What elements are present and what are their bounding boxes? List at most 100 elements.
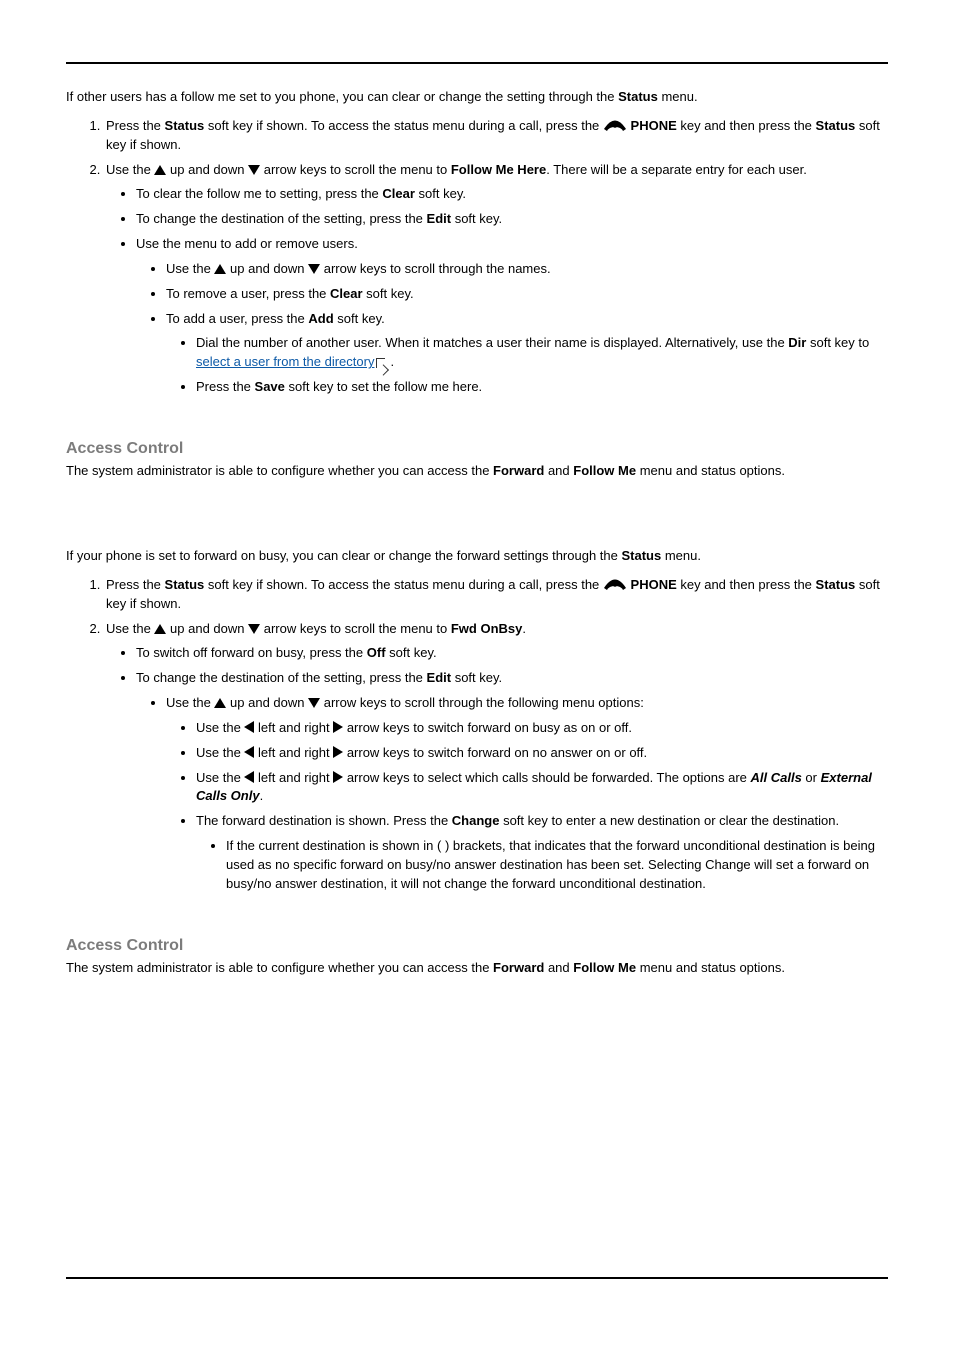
bold: Status	[165, 577, 205, 592]
bold-italic: All Calls	[751, 770, 802, 785]
list-item: Use the left and right arrow keys to sel…	[196, 769, 888, 807]
step2-sublist: To clear the follow me to setting, press…	[136, 185, 888, 397]
list-item: Use the up and down arrow keys to scroll…	[166, 694, 888, 894]
arrow-right-icon	[333, 771, 343, 783]
phone-icon	[603, 577, 627, 591]
text: arrow keys to scroll the menu to	[260, 621, 451, 636]
text: arrow keys to scroll the menu to	[260, 162, 451, 177]
bold: Status	[165, 118, 205, 133]
text: .	[522, 621, 526, 636]
bottom-rule	[66, 1277, 888, 1279]
text: Dial the number of another user. When it…	[196, 335, 788, 350]
text: soft key.	[386, 645, 437, 660]
text: soft key.	[334, 311, 385, 326]
bold: Off	[367, 645, 386, 660]
bold: Follow Me Here	[451, 162, 546, 177]
bold: Follow Me	[573, 463, 636, 478]
sublist: Use the left and right arrow keys to swi…	[196, 719, 888, 894]
text: To switch off forward on busy, press the	[136, 645, 367, 660]
text: menu.	[661, 548, 701, 563]
list-item: To change the destination of the setting…	[136, 669, 888, 893]
text: left and right	[254, 770, 333, 785]
text: menu and status options.	[636, 960, 785, 975]
bold: Change	[452, 813, 500, 828]
arrow-down-icon	[248, 624, 260, 634]
bold: Forward	[493, 960, 544, 975]
phone-icon	[603, 118, 627, 132]
bold: Status	[816, 118, 856, 133]
section1-steps: Press the Status soft key if shown. To a…	[104, 117, 888, 397]
text: menu and status options.	[636, 463, 785, 478]
list-item: To clear the follow me to setting, press…	[136, 185, 888, 204]
text: arrow keys to select which calls should …	[343, 770, 750, 785]
step-1: Press the Status soft key if shown. To a…	[104, 576, 888, 614]
arrow-up-icon	[154, 624, 166, 634]
bold: Edit	[427, 670, 452, 685]
text: soft key.	[451, 670, 502, 685]
arrow-left-icon	[244, 746, 254, 758]
bold: Edit	[427, 211, 452, 226]
list-item: To remove a user, press the Clear soft k…	[166, 285, 888, 304]
sublist: If the current destination is shown in (…	[226, 837, 888, 894]
list-item: Dial the number of another user. When it…	[196, 334, 888, 372]
bold: Status	[618, 89, 658, 104]
list-item: Use the up and down arrow keys to scroll…	[166, 260, 888, 279]
step-2: Use the up and down arrow keys to scroll…	[104, 620, 888, 894]
list-item: Use the left and right arrow keys to swi…	[196, 719, 888, 738]
text: soft key if shown. To access the status …	[204, 577, 603, 592]
text: and	[544, 960, 573, 975]
directory-link[interactable]: select a user from the directory	[196, 354, 374, 369]
bold: Follow Me	[573, 960, 636, 975]
text: left and right	[254, 745, 333, 760]
text: Use the	[106, 621, 154, 636]
text: Use the	[166, 695, 214, 710]
text: Press the	[106, 577, 165, 592]
access-control-heading-2: Access Control	[66, 934, 888, 957]
text: To change the destination of the setting…	[136, 211, 427, 226]
sublist: Dial the number of another user. When it…	[196, 334, 888, 397]
text: up and down	[166, 162, 248, 177]
text: Press the	[196, 379, 255, 394]
list-item: To change the destination of the setting…	[136, 210, 888, 229]
list-item: Use the menu to add or remove users. Use…	[136, 235, 888, 397]
text: soft key if shown. To access the status …	[204, 118, 603, 133]
text: arrow keys to switch forward on busy as …	[343, 720, 632, 735]
bold: PHONE	[631, 577, 677, 592]
text: To change the destination of the setting…	[136, 670, 427, 685]
text: The system administrator is able to conf…	[66, 463, 493, 478]
text: Press the	[106, 118, 165, 133]
bold: Status	[621, 548, 661, 563]
text: Use the	[196, 770, 244, 785]
text: If the current destination is shown in (…	[226, 838, 875, 891]
step-1: Press the Status soft key if shown. To a…	[104, 117, 888, 155]
text: menu.	[658, 89, 698, 104]
text: Use the	[196, 720, 244, 735]
text: soft key.	[451, 211, 502, 226]
text: Use the	[166, 261, 214, 276]
text: and	[544, 463, 573, 478]
arrow-up-icon	[214, 264, 226, 274]
bold: Clear	[382, 186, 415, 201]
access-control-text-1: The system administrator is able to conf…	[66, 462, 888, 481]
external-link-icon	[376, 357, 390, 369]
access-control-heading-1: Access Control	[66, 437, 888, 460]
text: .	[390, 354, 394, 369]
arrow-up-icon	[214, 698, 226, 708]
text: To remove a user, press the	[166, 286, 330, 301]
arrow-up-icon	[154, 165, 166, 175]
section2-steps: Press the Status soft key if shown. To a…	[104, 576, 888, 894]
text: Use the menu to add or remove users.	[136, 236, 358, 251]
arrow-right-icon	[333, 746, 343, 758]
text: soft key.	[415, 186, 466, 201]
text: soft key to	[806, 335, 869, 350]
text: arrow keys to switch forward on no answe…	[343, 745, 647, 760]
step-2: Use the up and down arrow keys to scroll…	[104, 161, 888, 397]
text: If your phone is set to forward on busy,…	[66, 548, 621, 563]
list-item: Use the left and right arrow keys to swi…	[196, 744, 888, 763]
bold: Forward	[493, 463, 544, 478]
text: Use the	[196, 745, 244, 760]
list-item: To switch off forward on busy, press the…	[136, 644, 888, 663]
bold: Clear	[330, 286, 363, 301]
text: key and then press the	[677, 118, 816, 133]
text: or	[802, 770, 821, 785]
